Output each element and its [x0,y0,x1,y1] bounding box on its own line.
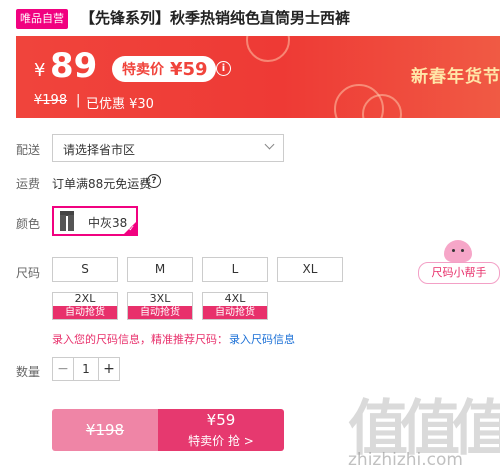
shipping-text: 订单满88元免运费 [52,177,152,191]
size-option-3xl[interactable]: 3XL 自动抢货 [127,292,193,320]
size-option-xl[interactable]: XL [277,257,343,282]
buy-button-price: ¥59 [206,411,236,429]
buy-now-button[interactable]: ¥59 特卖价 抢 > [158,409,284,451]
size-label-4xl: 4XL [224,292,246,305]
mascot-icon [444,240,472,262]
price-separator: | [76,93,81,108]
color-option-label: 中灰38 [88,216,128,230]
quantity-value[interactable]: 1 [73,358,99,380]
region-select-value: 请选择省市区 [63,143,136,157]
currency-symbol: ¥ [34,60,46,81]
size-info-link[interactable]: 录入尺码信息 [229,331,295,347]
size-option-s[interactable]: S [52,257,118,282]
auto-grab-tag[interactable]: 自动抢货 [203,306,267,319]
size-option-2xl[interactable]: 2XL 自动抢货 [52,292,118,320]
size-label-3xl: 3XL [149,292,171,305]
quantity-stepper[interactable]: − 1 + [52,357,120,381]
current-price: 89 [50,46,98,86]
size-info-tip: 录入您的尺码信息，精准推荐尺码： [52,333,228,346]
price-banner: ¥ 89 特卖价 ¥59 i ¥198 | 已优惠 ¥30 新春年货节 [16,36,500,118]
size-option-m[interactable]: M [127,257,193,282]
size-option-4xl[interactable]: 4XL 自动抢货 [202,292,268,320]
special-price-label: 特卖价 [122,62,164,78]
auto-grab-tag[interactable]: 自动抢货 [128,306,192,319]
original-price: ¥198 [34,93,68,108]
increase-button[interactable]: + [98,358,119,380]
checkmark-icon: ✓ [128,224,135,233]
watermark-url: zhizhizhi.com [348,450,463,470]
size-helper-button[interactable]: 尺码小帮手 [418,262,500,284]
buy-button-label: 特卖价 抢 > [188,434,254,448]
product-title: 【先锋系列】秋季热销纯色直筒男士西裤 [80,9,351,27]
region-select[interactable]: 请选择省市区 [52,134,284,162]
pants-thumbnail-icon [60,211,74,231]
special-price-pill: 特卖价 ¥59 [112,56,216,82]
color-label: 颜色 [16,217,41,231]
delivery-label: 配送 [16,143,41,157]
size-option-l[interactable]: L [202,257,268,282]
original-price-button: ¥198 [52,409,158,451]
vip-self-operated-badge: 唯品自营 [16,9,68,29]
special-price-value: ¥59 [170,58,208,80]
color-option-selected[interactable]: 中灰38 ✓ [52,206,138,236]
festival-banner-text: 新春年货节 [411,67,500,87]
saved-amount: 已优惠 ¥30 [86,97,154,112]
auto-grab-tag[interactable]: 自动抢货 [53,306,117,319]
info-icon[interactable]: i [216,61,231,76]
quantity-label: 数量 [16,365,41,379]
shipping-label: 运费 [16,177,41,191]
question-icon[interactable]: ? [147,174,161,188]
decrease-button[interactable]: − [53,358,74,380]
chevron-down-icon [264,139,275,150]
size-label: 尺码 [16,266,41,280]
size-label-2xl: 2XL [74,292,96,305]
